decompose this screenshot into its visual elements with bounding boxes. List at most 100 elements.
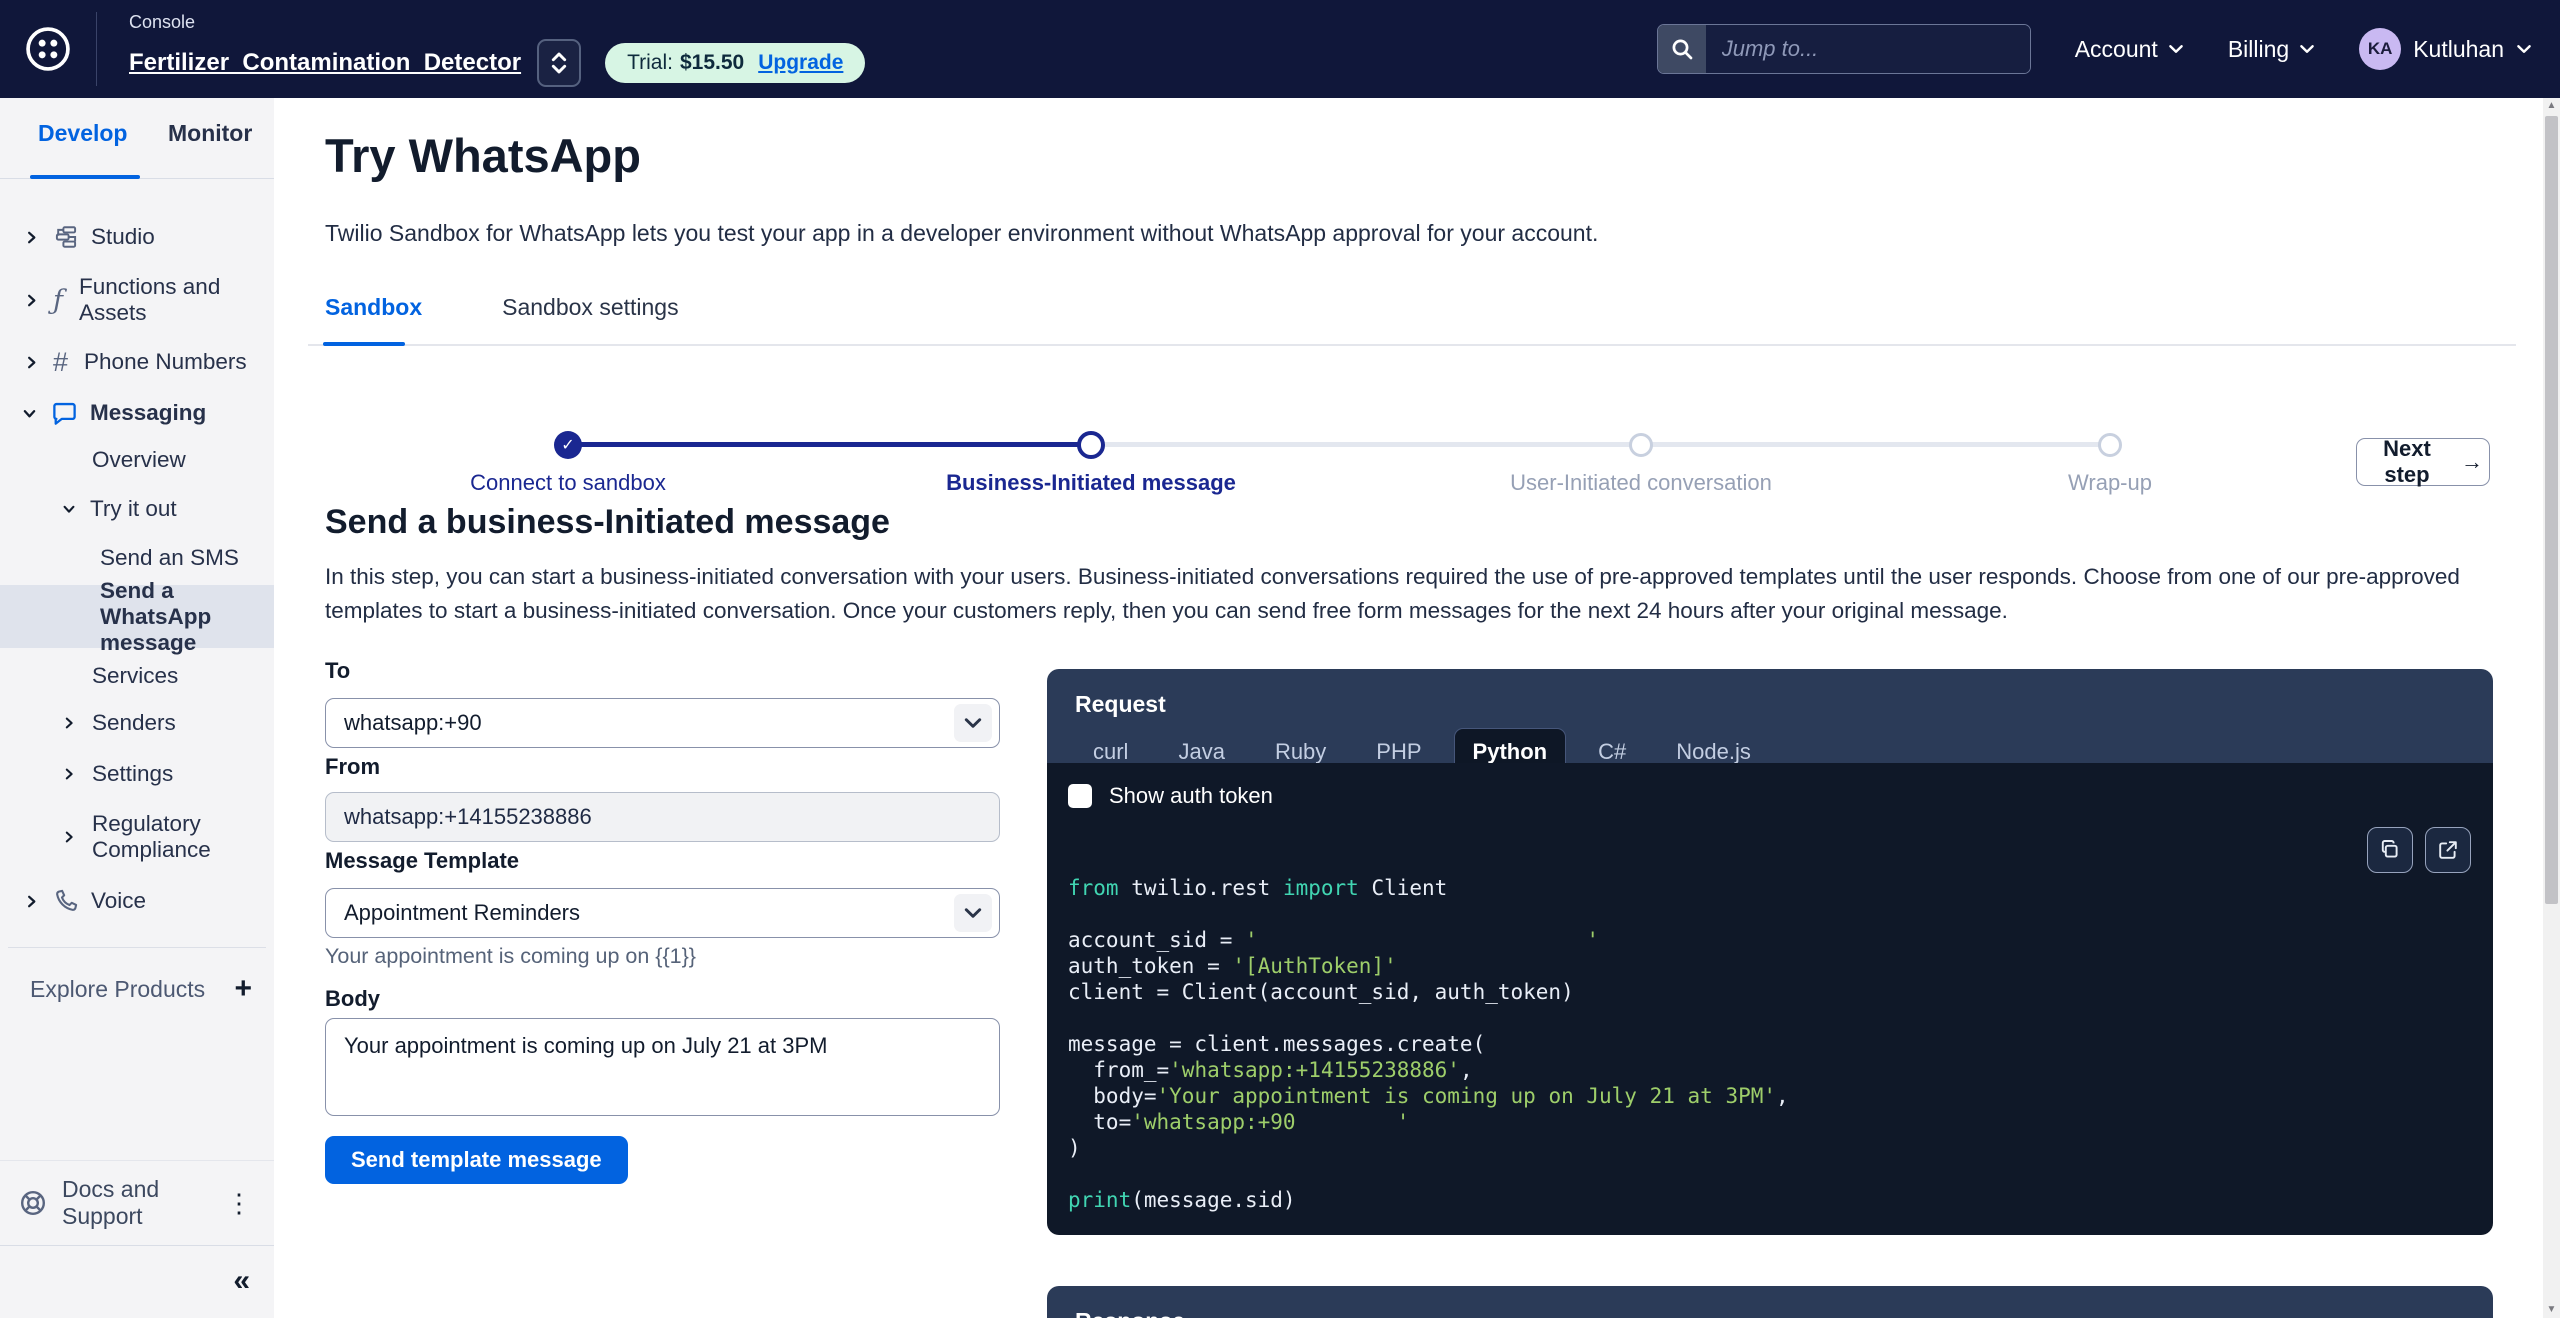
account-menu[interactable]: Account: [2075, 36, 2184, 63]
chevron-down-icon: [22, 406, 37, 421]
chevron-right-icon: [24, 894, 39, 909]
stepper-line-todo: [1641, 442, 2110, 447]
sidebar-divider: [8, 947, 266, 948]
user-menu[interactable]: KA Kutluhan: [2359, 28, 2532, 70]
code-line: message = client.messages.create(: [1068, 1031, 2473, 1057]
section-title: Send a business-Initiated message: [325, 503, 890, 542]
avatar: KA: [2359, 28, 2401, 70]
scroll-down-arrow[interactable]: ▼: [2543, 1302, 2560, 1318]
sidebar-item-overview[interactable]: Overview: [0, 438, 274, 482]
message-template-label: Message Template: [325, 848, 519, 874]
user-name: Kutluhan: [2413, 36, 2504, 63]
tab-sandbox[interactable]: Sandbox: [325, 294, 422, 321]
chevron-right-icon: [24, 293, 39, 308]
trial-amount: $15.50: [680, 51, 744, 75]
page-title: Try WhatsApp: [325, 128, 641, 183]
message-template-select[interactable]: Appointment Reminders: [325, 888, 1000, 938]
body-textarea[interactable]: Your appointment is coming up on July 21…: [325, 1018, 1000, 1116]
template-helper-text: Your appointment is coming up on {{1}}: [325, 944, 696, 969]
project-name-link[interactable]: Fertilizer_Contamination_Detector: [129, 49, 521, 77]
collapse-sidebar-button[interactable]: «: [233, 1264, 250, 1298]
code-line: [1068, 1005, 2473, 1031]
twilio-logo-icon[interactable]: [22, 23, 74, 75]
kebab-menu-icon[interactable]: ⋮: [226, 1188, 252, 1219]
top-nav: Console Fertilizer_Contamination_Detecto…: [0, 0, 2560, 98]
sidebar-tab-develop[interactable]: Develop: [38, 120, 127, 147]
show-auth-token-checkbox[interactable]: [1068, 784, 1092, 808]
stepper-line-todo: [1091, 442, 1641, 447]
chevron-right-icon: [62, 716, 76, 730]
from-input[interactable]: [325, 792, 1000, 842]
lifebuoy-icon: [18, 1188, 48, 1218]
sidebar-item-voice[interactable]: Voice: [0, 879, 274, 923]
sidebar-tab-monitor[interactable]: Monitor: [168, 120, 252, 147]
code-line: print(message.sid): [1068, 1187, 2473, 1213]
sort-chevrons-icon: [549, 50, 569, 76]
code-line: auth_token = '[AuthToken]': [1068, 953, 2473, 979]
explore-products-row: Explore Products +: [30, 967, 252, 1011]
code-block[interactable]: from twilio.rest import Client account_s…: [1068, 875, 2473, 1213]
billing-menu[interactable]: Billing: [2228, 36, 2315, 63]
scroll-up-arrow[interactable]: ▲: [2543, 98, 2560, 114]
functions-icon: ƒ: [53, 285, 63, 316]
body-label: Body: [325, 986, 380, 1012]
step-label-business-initiated[interactable]: Business-Initiated message: [946, 470, 1236, 496]
step-label-connect[interactable]: Connect to sandbox: [470, 470, 666, 496]
sidebar-item-functions-assets[interactable]: ƒ Functions and Assets: [0, 264, 274, 336]
response-panel: Response: [1047, 1286, 2493, 1318]
sidebar-item-senders[interactable]: Senders: [0, 701, 274, 745]
code-line: to='whatsapp:+90 ': [1068, 1109, 2473, 1135]
console-label: Console: [129, 12, 865, 33]
sidebar-item-regulatory-compliance[interactable]: Regulatory Compliance: [0, 803, 274, 871]
chevron-down-icon: [954, 704, 992, 742]
chevron-right-icon: [24, 230, 39, 245]
explore-products-label: Explore Products: [30, 976, 205, 1003]
response-title: Response: [1047, 1286, 2493, 1318]
chevron-down-icon: [2168, 44, 2184, 54]
open-external-button[interactable]: [2425, 827, 2471, 873]
from-label: From: [325, 754, 380, 780]
step-label-user-initiated[interactable]: User-Initiated conversation: [1510, 470, 1772, 496]
sidebar-item-send-sms[interactable]: Send an SMS: [0, 536, 274, 580]
upgrade-link[interactable]: Upgrade: [758, 51, 843, 75]
hash-icon: #: [53, 347, 68, 378]
sidebar-item-phone-numbers[interactable]: # Phone Numbers: [0, 340, 274, 384]
step-label-wrap-up[interactable]: Wrap-up: [2068, 470, 2152, 496]
tab-sandbox-settings[interactable]: Sandbox settings: [502, 294, 678, 321]
twilio-console-screen: Console Fertilizer_Contamination_Detecto…: [0, 0, 2560, 1318]
sidebar-item-studio[interactable]: Studio: [0, 215, 274, 259]
send-template-message-button[interactable]: Send template message: [325, 1136, 628, 1184]
sidebar-item-messaging[interactable]: Messaging: [0, 391, 274, 435]
docs-and-support-row[interactable]: Docs and Support ⋮: [0, 1160, 274, 1246]
project-block: Console Fertilizer_Contamination_Detecto…: [129, 12, 865, 87]
messaging-icon: [51, 400, 78, 427]
develop-active-underline: [30, 175, 140, 179]
chevron-down-icon: [954, 894, 992, 932]
request-header: Request curl Java Ruby PHP Python C# Nod…: [1047, 669, 2493, 763]
sidebar: Develop Monitor Studio ƒ Functions and A…: [0, 98, 275, 1318]
step-todo-icon: [1629, 433, 1653, 457]
sidebar-item-send-whatsapp[interactable]: Send a WhatsApp message: [0, 585, 274, 648]
next-step-button[interactable]: Next step →: [2356, 438, 2490, 486]
code-line: from_='whatsapp:+14155238886',: [1068, 1057, 2473, 1083]
page-scrollbar[interactable]: ▲ ▼: [2543, 98, 2560, 1318]
add-product-button[interactable]: +: [234, 972, 252, 1006]
sidebar-item-services[interactable]: Services: [0, 654, 274, 698]
sidebar-item-settings[interactable]: Settings: [0, 752, 274, 796]
scrollbar-thumb[interactable]: [2545, 116, 2558, 904]
copy-code-button[interactable]: [2367, 827, 2413, 873]
chevron-down-icon: [2516, 44, 2532, 54]
chevron-right-icon: [62, 830, 76, 844]
to-select[interactable]: whatsapp:+90: [325, 698, 1000, 748]
nav-divider: [96, 12, 97, 86]
to-label: To: [325, 658, 350, 684]
code-line: body='Your appointment is coming up on J…: [1068, 1083, 2473, 1109]
external-link-icon: [2436, 838, 2460, 862]
step-done-icon: ✓: [554, 431, 582, 459]
sidebar-collapse-row: «: [0, 1244, 274, 1318]
sidebar-item-try-it-out[interactable]: Try it out: [0, 487, 274, 531]
search-input[interactable]: [1706, 25, 2030, 73]
project-switcher-button[interactable]: [537, 39, 581, 87]
section-description: In this step, you can start a business-i…: [325, 560, 2485, 628]
jump-to-search[interactable]: [1657, 24, 2031, 74]
